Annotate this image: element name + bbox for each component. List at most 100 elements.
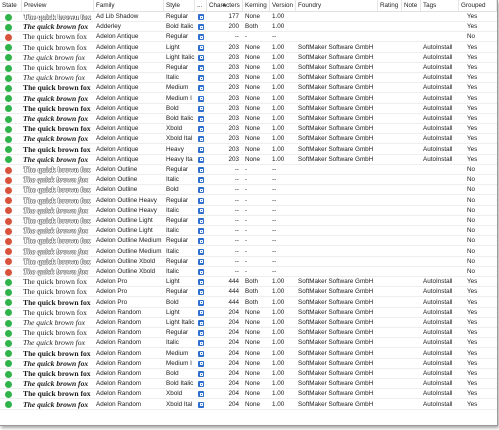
table-row[interactable]: The quick brown fox Adelon Random Light It… — [0, 318, 497, 328]
column-header-kerning[interactable]: Kerning — [243, 0, 270, 11]
font-manager-window: State Preview Family Style ... Character… — [0, 0, 498, 426]
table-row[interactable]: The quick brown fox Adelon Outline Medium… — [0, 236, 497, 247]
uninstalled-state-icon[interactable] — [5, 258, 12, 266]
uninstalled-state-icon[interactable] — [5, 237, 12, 245]
table-row[interactable]: The quick brown fox Adelon Outline Light R… — [0, 216, 497, 226]
table-row[interactable]: The quick brown fox Adelon Random Xbold It… — [0, 400, 497, 410]
column-header-tags[interactable]: Tags — [421, 0, 459, 11]
installed-state-icon[interactable] — [5, 135, 12, 143]
installed-state-icon[interactable] — [5, 278, 12, 286]
installed-state-icon[interactable] — [5, 401, 12, 409]
installed-state-icon[interactable] — [5, 105, 12, 113]
uninstalled-state-icon[interactable] — [5, 227, 12, 235]
preview-cell: The quick brown fox — [23, 277, 87, 287]
table-row[interactable]: The quick brown fox Ad Lib Shadow Regular 1… — [0, 12, 497, 22]
column-header-style[interactable]: Style — [164, 0, 195, 11]
table-row[interactable]: The quick brown fox Adelon Antique Italic 2… — [0, 73, 497, 84]
installed-state-icon[interactable] — [5, 370, 12, 378]
table-row[interactable]: The quick brown fox Adelon Outline Italic -… — [0, 175, 497, 186]
column-header-state[interactable]: State — [0, 0, 22, 11]
installed-state-icon[interactable] — [5, 64, 12, 72]
table-row[interactable]: The quick brown fox Adelon Random Medium I… — [0, 359, 497, 369]
uninstalled-state-icon[interactable] — [5, 248, 12, 256]
installed-state-icon[interactable] — [5, 84, 12, 92]
table-row[interactable]: The quick brown fox Adelon Random Regular 2… — [0, 328, 497, 339]
column-header-rating[interactable]: Rating — [378, 0, 402, 11]
uninstalled-state-icon[interactable] — [5, 197, 12, 205]
characters-cell: 204 — [228, 400, 239, 408]
table-row[interactable]: The quick brown fox Adelon Antique Bold It… — [0, 114, 497, 124]
installed-state-icon[interactable] — [5, 309, 12, 317]
uninstalled-state-icon[interactable] — [5, 33, 12, 41]
style-cell: Medium I — [166, 359, 192, 367]
installed-state-icon[interactable] — [5, 339, 12, 347]
table-row[interactable]: The quick brown fox Adelon Outline Heavy I… — [0, 206, 497, 216]
installed-state-icon[interactable] — [5, 329, 12, 337]
installed-state-icon[interactable] — [5, 95, 12, 103]
column-header-preview[interactable]: Preview — [22, 0, 94, 11]
table-row[interactable]: The quick brown fox Adelon Random Xbold 204… — [0, 389, 497, 400]
table-row[interactable]: The quick brown fox Adelon Outline Light I… — [0, 226, 497, 237]
installed-state-icon[interactable] — [5, 156, 12, 164]
foundry-cell: SoftMaker Software GmbH — [298, 64, 374, 71]
uninstalled-state-icon[interactable] — [5, 176, 12, 184]
uninstalled-state-icon[interactable] — [5, 207, 12, 215]
table-row[interactable]: The quick brown fox Adelon Antique Medium … — [0, 94, 497, 104]
table-row[interactable]: The quick brown fox Adelon Pro Bold 444 Both… — [0, 298, 497, 308]
installed-state-icon[interactable] — [5, 44, 12, 52]
column-header-family[interactable]: Family — [94, 0, 226, 11]
table-row[interactable]: The quick brown fox Adderley Bold Italic 20… — [0, 22, 497, 33]
table-row[interactable]: The quick brown fox Adelon Outline Medium… — [0, 247, 497, 257]
installed-state-icon[interactable] — [5, 360, 12, 368]
table-row[interactable]: The quick brown fox Adelon Random Bold 204 N… — [0, 369, 497, 379]
table-row[interactable]: The quick brown fox Adelon Random Medium 20… — [0, 349, 497, 359]
table-row[interactable]: The quick brown fox Adelon Antique Medium 2… — [0, 83, 497, 94]
uninstalled-state-icon[interactable] — [5, 268, 12, 276]
table-row[interactable]: The quick brown fox Adelon Antique Heavy 20… — [0, 145, 497, 155]
uninstalled-state-icon[interactable] — [5, 186, 12, 194]
table-row[interactable]: The quick brown fox Adelon Outline Xbold R… — [0, 257, 497, 267]
uninstalled-state-icon[interactable] — [5, 166, 12, 174]
table-row[interactable]: The quick brown fox Adelon Random Italic 20… — [0, 338, 497, 349]
installed-state-icon[interactable] — [5, 390, 12, 398]
installed-state-icon[interactable] — [5, 74, 12, 82]
installed-state-icon[interactable] — [5, 350, 12, 358]
table-row[interactable]: The quick brown fox Adelon Outline Bold -- -… — [0, 185, 497, 196]
table-row[interactable]: The quick brown fox Adelon Random Light 204… — [0, 308, 497, 318]
installed-state-icon[interactable] — [5, 125, 12, 133]
column-header-characters[interactable]: Characters — [207, 0, 243, 11]
table-row[interactable]: The quick brown fox Adelon Antique Regular… — [0, 63, 497, 73]
table-row[interactable]: The quick brown fox Adelon Antique Xbold 20… — [0, 124, 497, 135]
installed-state-icon[interactable] — [5, 23, 12, 31]
installed-state-icon[interactable] — [5, 319, 12, 327]
table-row[interactable]: The quick brown fox Adelon Outline Heavy R… — [0, 196, 497, 206]
characters-cell: -- — [234, 196, 239, 204]
table-row[interactable]: The quick brown fox Adelon Pro Light 444 Bot… — [0, 277, 497, 288]
table-row[interactable]: The quick brown fox Adelon Antique Light 20… — [0, 43, 497, 53]
installed-state-icon[interactable] — [5, 115, 12, 123]
installed-state-icon[interactable] — [5, 13, 12, 21]
column-header-grouped[interactable]: Grouped — [459, 0, 497, 11]
table-row[interactable]: The quick brown fox Adelon Antique Heavy I… — [0, 155, 497, 165]
table-row[interactable]: The quick brown fox Adelon Outline Regular… — [0, 165, 497, 175]
table-row[interactable]: The quick brown fox Adelon Antique Xbold I… — [0, 134, 497, 145]
table-row[interactable]: The quick brown fox Adelon Pro Regular 444 B… — [0, 287, 497, 298]
table-row[interactable]: The quick brown fox Adelon Antique Bold 203… — [0, 104, 497, 114]
installed-state-icon[interactable] — [5, 299, 12, 307]
kerning-cell: None — [245, 135, 261, 143]
table-row[interactable]: The quick brown fox Adelon Outline Xbold I… — [0, 267, 497, 277]
installed-state-icon[interactable] — [5, 54, 12, 62]
table-row[interactable]: The quick brown fox Adelon Random Bold Ita… — [0, 379, 497, 390]
installed-state-icon[interactable] — [5, 288, 12, 296]
table-row[interactable]: The quick brown fox Adelon Antique Light I… — [0, 53, 497, 63]
column-header-version[interactable]: Version — [270, 0, 296, 11]
table-row[interactable]: The quick brown fox Adelon Antique Regular… — [0, 32, 497, 43]
column-header-note[interactable]: Note — [402, 0, 421, 11]
foundry-cell: SoftMaker Software GmbH — [298, 319, 374, 326]
style-cell: Bold Italic — [166, 380, 194, 388]
column-header-foundry[interactable]: Foundry — [296, 0, 378, 11]
uninstalled-state-icon[interactable] — [5, 217, 12, 225]
installed-state-icon[interactable] — [5, 146, 12, 154]
column-header-type[interactable]: ... — [195, 0, 207, 11]
installed-state-icon[interactable] — [5, 380, 12, 388]
